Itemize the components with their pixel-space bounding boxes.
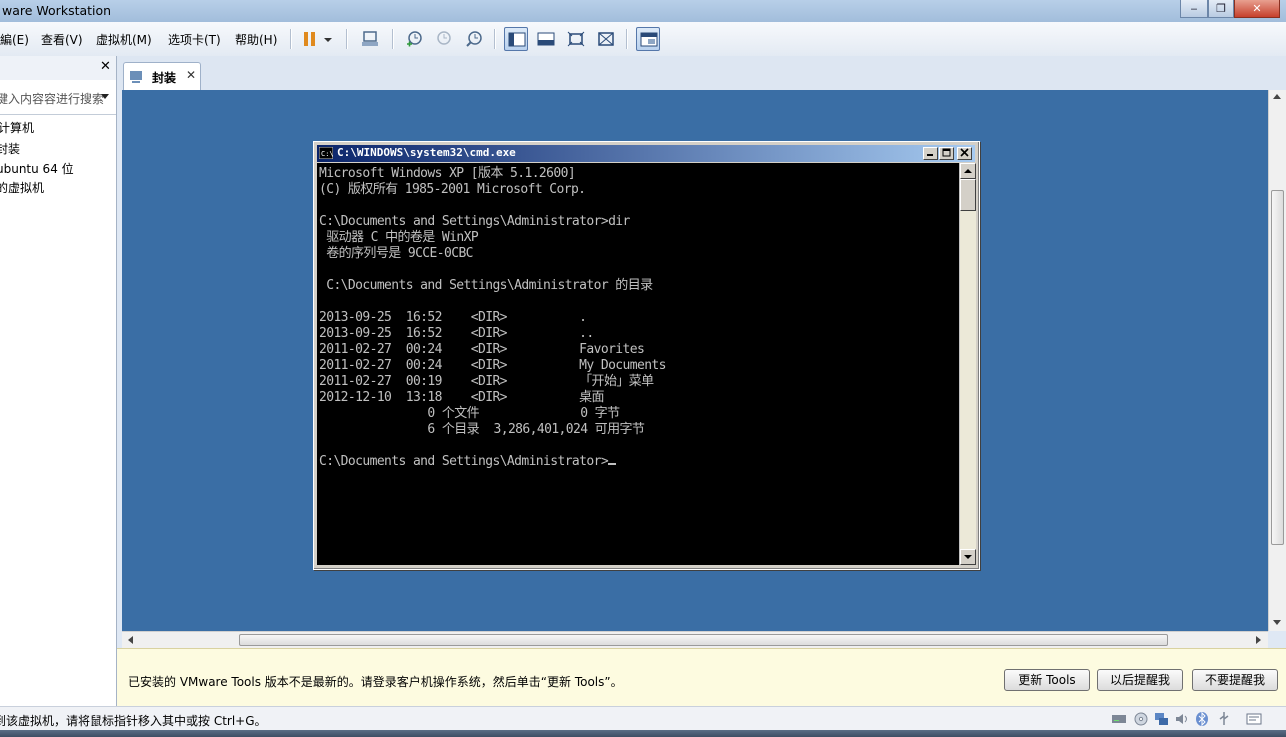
cmd-restore-button[interactable] [939,147,954,160]
tools-message: 已安装的 VMware Tools 版本不是最新的。请登录客户机操作系统，然后单… [128,675,623,689]
tools-notification-bar: 已安装的 VMware Tools 版本不是最新的。请登录客户机操作系统，然后单… [117,648,1286,707]
cmd-line: 2012-12-10 13:18 <DIR> 桌面 [319,390,605,405]
dropdown-icon[interactable] [320,27,336,51]
library-panel: ✕ 键入内容容进行搜索 计算机 封装 ubuntu 64 位 的虚拟机 [0,56,117,706]
cmd-line: C:\Documents and Settings\Administrator> [319,454,609,469]
scroll-up-icon[interactable] [1273,94,1281,100]
library-item-ubuntu[interactable]: ubuntu 64 位 [0,160,74,177]
cmd-scroll-up-button[interactable] [960,163,976,179]
network-icon[interactable] [1153,711,1169,727]
cmd-titlebar[interactable]: C:\ C:\WINDOWS\system32\cmd.exe [317,145,975,162]
send-ctrl-alt-del-icon[interactable] [358,27,382,51]
cmd-line: (C) 版权所有 1985-2001 Microsoft Corp. [319,182,586,197]
cmd-line: C:\Documents and Settings\Administrator … [319,278,653,293]
vertical-scrollbar[interactable] [1268,90,1286,631]
library-item-computer[interactable]: 计算机 [0,119,34,136]
toolbar-separator [290,29,292,49]
horizontal-scrollbar[interactable] [122,631,1268,648]
status-text: 到该虚拟机，请将鼠标指针移入其中或按 Ctrl+G。 [0,714,267,728]
tab-vm[interactable]: 封装 ✕ [123,62,201,90]
cmd-title: C:\WINDOWS\system32\cmd.exe [337,146,516,159]
cmd-close-button[interactable] [957,147,972,160]
library-item-vm[interactable]: 封装 [0,140,20,157]
toolbar-separator [346,29,348,49]
window-titlebar: ware Workstation ‒ ❐ ✕ [0,0,1286,22]
scroll-right-icon[interactable] [1256,636,1262,644]
cmd-line: C:\Documents and Settings\Administrator>… [319,214,630,229]
library-search-placeholder[interactable]: 键入内容容进行搜索 [0,90,104,107]
tab-strip: 封装 ✕ [117,56,1286,90]
menu-tabs[interactable]: 选项卡(T) [168,31,221,48]
menu-help[interactable]: 帮助(H) [235,31,277,48]
cmd-line: 2013-09-25 16:52 <DIR> .. [319,326,594,341]
vm-icon [130,71,142,83]
cmd-line: 2013-09-25 16:52 <DIR> . [319,310,587,325]
cmd-line: Microsoft Windows XP [版本 5.1.2600] [319,166,576,181]
never-remind-button[interactable]: 不要提醒我 [1192,669,1278,691]
library-close-icon[interactable]: ✕ [100,59,111,74]
cmd-line: 2011-02-27 00:19 <DIR> 「开始」菜单 [319,374,654,389]
hard-disk-icon[interactable] [1111,712,1127,726]
cmd-line: 2011-02-27 00:24 <DIR> Favorites [319,342,645,357]
show-library-icon[interactable] [504,27,528,51]
snapshot-take-icon[interactable] [402,27,426,51]
fullscreen-icon[interactable] [564,27,588,51]
menu-edit[interactable]: 編(E) [0,31,29,48]
snapshot-revert-icon[interactable] [431,27,455,51]
cmd-scroll-down-button[interactable] [960,549,976,565]
cd-icon[interactable] [1133,711,1149,727]
chevron-down-icon[interactable] [100,93,110,101]
menubar: 編(E) 查看(V) 虚拟机(M) 选项卡(T) 帮助(H) [0,22,1286,57]
vertical-scroll-thumb[interactable] [1271,190,1284,545]
tab-label: 封装 [152,71,177,85]
window-title: ware Workstation [2,3,112,18]
scroll-down-icon[interactable] [1273,620,1281,626]
toolbar-separator [626,29,628,49]
os-taskbar [0,730,1286,737]
library-item-other-vm[interactable]: 的虚拟机 [0,179,44,196]
usb-icon[interactable] [1216,711,1232,727]
minimize-button[interactable]: ‒ [1180,0,1208,18]
close-button[interactable]: ✕ [1234,0,1280,18]
cmd-line: 6 个目录 3,286,401,024 可用字节 [319,422,645,437]
horizontal-scroll-thumb[interactable] [239,634,1168,646]
svg-text:C:\: C:\ [321,150,333,158]
toolbar-separator [392,29,394,49]
bluetooth-icon[interactable] [1195,711,1209,727]
cmd-line: 驱动器 C 中的卷是 WinXP [319,230,479,245]
menu-view[interactable]: 查看(V) [41,31,83,48]
cmd-minimize-button[interactable] [923,147,938,160]
cmd-cursor [608,463,617,465]
pause-icon[interactable] [298,27,322,51]
cmd-line: 2011-02-27 00:24 <DIR> My Documents [319,358,666,373]
status-bar: 到该虚拟机，请将鼠标指针移入其中或按 Ctrl+G。 [0,706,1286,731]
snapshot-manager-icon[interactable] [462,27,486,51]
cmd-console[interactable]: Microsoft Windows XP [版本 5.1.2600] (C) 版… [317,163,959,565]
tab-close-icon[interactable]: ✕ [186,68,196,82]
maximize-button[interactable]: ❐ [1208,0,1234,18]
cmd-line: 卷的序列号是 9CCE-0CBC [319,246,473,261]
cmd-app-icon: C:\ [319,147,333,159]
toolbar-separator [494,29,496,49]
library-header: ✕ [0,56,116,80]
message-icon[interactable] [1246,711,1262,727]
remind-later-button[interactable]: 以后提醒我 [1097,669,1183,691]
show-thumbnail-icon[interactable] [534,27,558,51]
sound-icon[interactable] [1174,711,1190,727]
cmd-window[interactable]: C:\ C:\WINDOWS\system32\cmd.exe Microsof… [313,141,980,570]
scroll-left-icon[interactable] [128,636,134,644]
cmd-output: Microsoft Windows XP [版本 5.1.2600] (C) 版… [319,166,666,470]
cmd-scroll-thumb[interactable] [960,179,976,211]
cmd-scrollbar[interactable] [959,163,976,565]
console-view-icon[interactable] [636,27,660,51]
cmd-line: 0 个文件 0 字节 [319,406,620,421]
unity-icon[interactable] [594,27,618,51]
library-search[interactable]: 键入内容容进行搜索 [0,80,116,115]
update-tools-button[interactable]: 更新 Tools [1004,669,1090,691]
menu-vm[interactable]: 虚拟机(M) [96,31,152,48]
